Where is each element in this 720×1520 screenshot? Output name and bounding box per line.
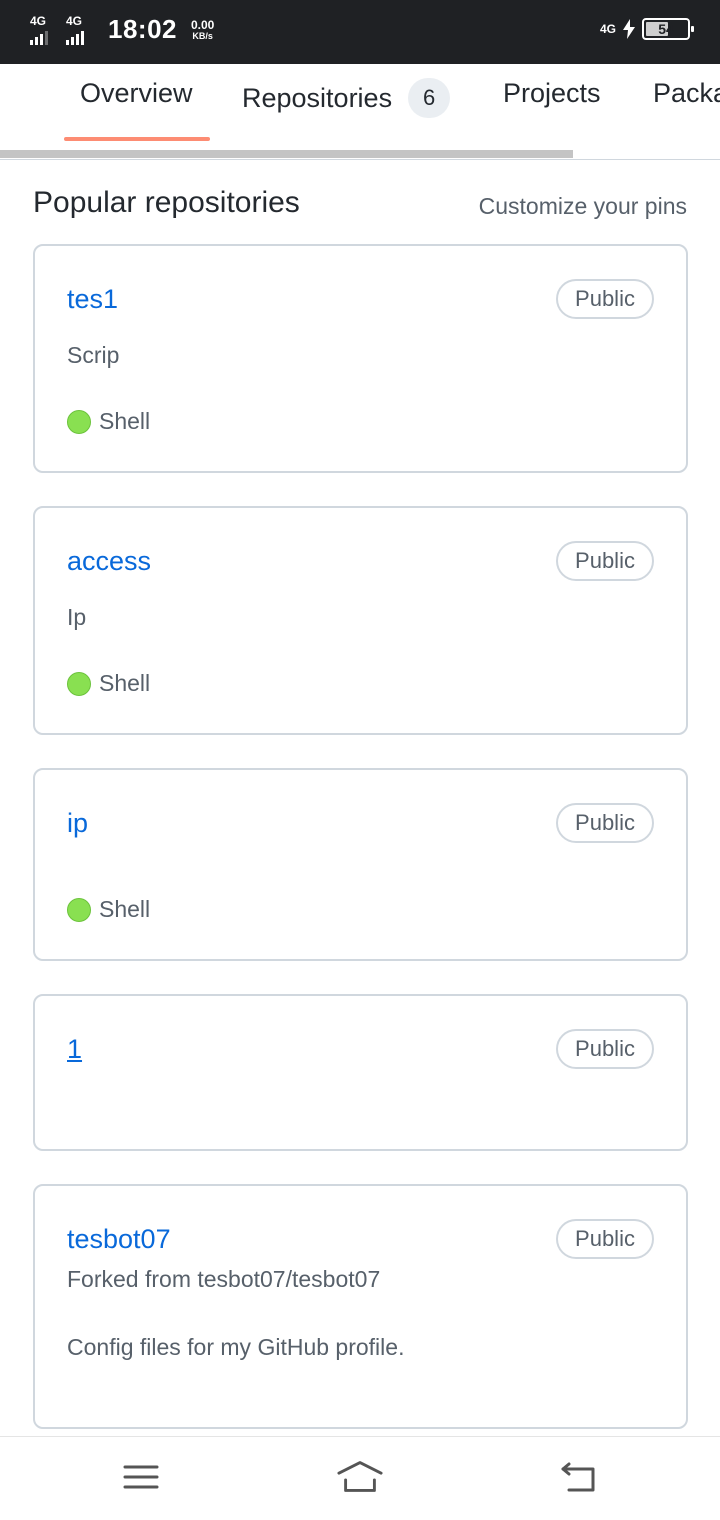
- repo-language: Shell: [67, 408, 150, 435]
- visibility-badge: Public: [556, 541, 654, 581]
- language-color-dot: [67, 409, 91, 434]
- repo-card[interactable]: tes1 Public Scrip Shell: [33, 244, 688, 473]
- profile-tabs: Overview Repositories 6 Projects Packa: [0, 64, 720, 160]
- visibility-badge: Public: [556, 803, 654, 843]
- tab-repositories-label: Repositories: [242, 82, 393, 113]
- sim2-signal-icon: 4G: [66, 15, 96, 45]
- status-bar: 4G 4G 18:02 0.00 KB/s 4G 54: [0, 0, 720, 64]
- repo-language: Shell: [67, 670, 150, 697]
- tab-overview-label: Overview: [80, 78, 193, 108]
- network-speed: 0.00 KB/s: [191, 17, 215, 41]
- visibility-badge: Public: [556, 1029, 654, 1069]
- clock: 18:02: [108, 14, 177, 44]
- battery-icon: 54: [642, 18, 694, 40]
- repo-card[interactable]: tesbot07 Public Forked from tesbot07/tes…: [33, 1184, 688, 1429]
- tab-packages[interactable]: Packa: [653, 78, 720, 109]
- home-icon[interactable]: [336, 1457, 384, 1497]
- language-label: Shell: [99, 408, 151, 434]
- repo-card[interactable]: ip Public Shell: [33, 768, 688, 961]
- tab-projects[interactable]: Projects: [503, 78, 601, 109]
- repositories-count-badge: 6: [408, 78, 451, 118]
- repo-description: Config files for my GitHub profile.: [67, 1334, 405, 1360]
- sim1-signal-icon: 4G: [30, 15, 60, 45]
- tab-packages-label: Packa: [653, 78, 720, 108]
- repo-language: Shell: [67, 896, 150, 923]
- repo-card[interactable]: access Public Ip Shell: [33, 506, 688, 735]
- system-navigation-bar: [0, 1436, 720, 1520]
- forked-from-text[interactable]: Forked from tesbot07/tesbot07: [67, 1266, 380, 1293]
- repo-card[interactable]: 1 Public: [33, 994, 688, 1151]
- language-color-dot: [67, 897, 91, 922]
- repo-name-link[interactable]: access: [67, 546, 151, 577]
- section-title: Popular repositories: [33, 186, 300, 219]
- back-icon[interactable]: [555, 1457, 603, 1497]
- tab-overview[interactable]: Overview: [80, 78, 193, 109]
- network-type-indicator: 4G: [599, 22, 616, 36]
- battery-level: 54: [658, 21, 674, 37]
- repo-description: Ip: [67, 604, 87, 630]
- tab-repositories[interactable]: Repositories 6: [242, 78, 451, 118]
- visibility-badge: Public: [556, 279, 654, 319]
- language-label: Shell: [99, 670, 151, 696]
- menu-icon[interactable]: [117, 1457, 165, 1497]
- repo-name-link[interactable]: ip: [67, 808, 88, 839]
- tabs-scroll-indicator: [0, 150, 573, 158]
- customize-pins-link[interactable]: Customize your pins: [479, 193, 687, 220]
- repo-name-link[interactable]: tes1: [67, 284, 118, 315]
- charging-icon: [623, 19, 635, 39]
- language-label: Shell: [99, 896, 151, 922]
- visibility-badge: Public: [556, 1219, 654, 1259]
- active-tab-indicator: [64, 137, 210, 141]
- repo-name-link[interactable]: tesbot07: [67, 1224, 171, 1255]
- language-color-dot: [67, 671, 91, 696]
- tab-projects-label: Projects: [503, 78, 601, 108]
- repo-name-link[interactable]: 1: [67, 1034, 82, 1065]
- repo-description: Scrip: [67, 342, 120, 368]
